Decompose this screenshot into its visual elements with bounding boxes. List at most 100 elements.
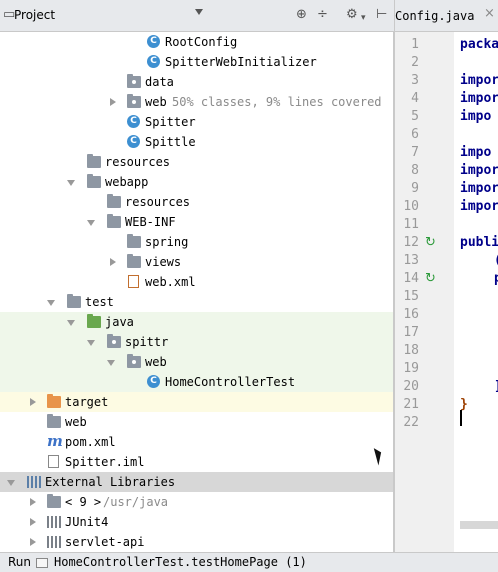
tree-row-spitter-iml[interactable]: Spitter.iml: [0, 452, 394, 472]
library-icon: [47, 516, 61, 528]
tree-row-spittr[interactable]: spittr: [0, 332, 394, 352]
chevron-right-icon[interactable]: [30, 498, 36, 506]
libraries-icon: [27, 476, 41, 488]
gear-dropdown-icon[interactable]: ▾: [361, 10, 366, 26]
code-line: p: [494, 271, 498, 286]
run-config-icon: [36, 558, 48, 568]
tree-row-java[interactable]: java: [0, 312, 394, 332]
chevron-right-icon[interactable]: [110, 258, 116, 266]
chevron-down-icon[interactable]: [87, 340, 95, 346]
tree-item-label: java: [105, 315, 134, 329]
run-gutter-icon[interactable]: ↻: [425, 236, 439, 250]
tree-row-pom-xml[interactable]: m pom.xml: [0, 432, 394, 452]
chevron-down-icon[interactable]: [47, 300, 55, 306]
class-icon: C: [147, 35, 160, 48]
folder-icon: [107, 214, 121, 228]
code-line: (: [494, 252, 498, 270]
xml-file-icon: [128, 275, 139, 288]
code-line: impor: [460, 163, 498, 178]
line-number: 8: [411, 163, 419, 178]
iml-file-icon: [48, 455, 59, 468]
folder-icon: [127, 254, 141, 268]
code-area[interactable]: packa impor impor impo impo impor impor impor pu…: [454, 32, 498, 552]
package-icon: [127, 354, 141, 368]
test-class-icon: C: [147, 375, 160, 388]
tree-row-web[interactable]: web 50% classes, 9% lines covered: [0, 92, 394, 112]
chevron-right-icon[interactable]: [30, 518, 36, 526]
package-icon: [107, 334, 121, 348]
chevron-down-icon[interactable]: [87, 220, 95, 226]
code-line: impo: [460, 109, 492, 124]
class-icon: C: [127, 135, 140, 148]
gear-icon[interactable]: ⚙: [346, 7, 358, 23]
run-config-text[interactable]: HomeControllerTest.testHomePage (1): [54, 553, 307, 572]
tree-item-label: data: [145, 75, 174, 89]
test-folder-icon: [87, 314, 101, 328]
ide-window: ▭ Project ⊕ ÷ ⚙ ▾ ⊢ Config.java × C Root…: [0, 0, 498, 572]
tree-row-data[interactable]: data: [0, 72, 394, 92]
tree-item-label: web: [65, 415, 87, 429]
chevron-down-icon[interactable]: [67, 180, 75, 186]
line-number: 21: [403, 397, 419, 412]
tree-row-views[interactable]: views: [0, 252, 394, 272]
hide-icon[interactable]: ⊢: [376, 7, 387, 23]
tree-row-homecontrollertest[interactable]: C HomeControllerTest: [0, 372, 394, 392]
tree-item-label: views: [145, 255, 182, 269]
line-number: 17: [403, 325, 419, 340]
tree-row-servlet-api[interactable]: servlet-api: [0, 532, 394, 552]
collapse-all-icon[interactable]: ÷: [317, 7, 328, 23]
tree-item-label: target: [65, 395, 109, 409]
tree-row-spitter[interactable]: C Spitter: [0, 112, 394, 132]
editor-tab[interactable]: Config.java: [395, 9, 474, 23]
line-number: 3: [411, 73, 419, 88]
tree-row-junit4[interactable]: JUnit4: [0, 512, 394, 532]
tree-row-external-libraries[interactable]: External Libraries: [0, 472, 394, 492]
tree-row-spring[interactable]: spring: [0, 232, 394, 252]
chevron-down-icon[interactable]: [67, 320, 75, 326]
tree-item-label: resources: [125, 195, 191, 209]
horizontal-scrollbar[interactable]: [460, 521, 498, 529]
tree-row-resources[interactable]: resources: [0, 152, 394, 172]
tree-row-jdk[interactable]: < 9 > /usr/java: [0, 492, 394, 512]
tree-row-webapp[interactable]: webapp: [0, 172, 394, 192]
chevron-right-icon[interactable]: [30, 538, 36, 546]
chevron-right-icon[interactable]: [30, 398, 36, 406]
tree-row-test[interactable]: test: [0, 292, 394, 312]
tree-row-test-web[interactable]: web: [0, 352, 394, 372]
chevron-down-icon[interactable]: [195, 9, 203, 15]
tree-item-label: WEB-INF: [125, 215, 176, 229]
tree-row-webapp-resources[interactable]: resources: [0, 192, 394, 212]
library-icon: [47, 536, 61, 548]
folder-icon: [87, 174, 101, 188]
folder-icon: [127, 234, 141, 248]
text-caret: [460, 410, 462, 426]
chevron-right-icon[interactable]: [110, 98, 116, 106]
chevron-down-icon[interactable]: [7, 480, 15, 486]
tree-row-spittle[interactable]: C Spittle: [0, 132, 394, 152]
run-gutter-icon[interactable]: ↻: [425, 272, 439, 286]
tree-row-target[interactable]: target: [0, 392, 394, 412]
tree-row-rootconfig[interactable]: C RootConfig: [0, 32, 394, 52]
line-number: 22: [403, 415, 419, 430]
tree-row-web-inf[interactable]: WEB-INF: [0, 212, 394, 232]
tree-row-web-xml[interactable]: web.xml: [0, 272, 394, 292]
tree-item-label: spring: [145, 235, 189, 249]
code-line: impo: [460, 145, 492, 160]
line-number: 16: [403, 307, 419, 322]
tree-item-label: pom.xml: [65, 435, 116, 449]
tree-row-root-web[interactable]: web: [0, 412, 394, 432]
chevron-down-icon[interactable]: [107, 360, 115, 366]
maven-icon: m: [47, 432, 63, 450]
tree-item-label: SpitterWebInitializer: [165, 55, 317, 69]
tree-row-spitterwebinitializer[interactable]: C SpitterWebInitializer: [0, 52, 394, 72]
line-number: 14: [403, 271, 419, 286]
folder-icon: [47, 414, 61, 428]
line-number: 7: [411, 145, 419, 160]
target-icon[interactable]: ⊕: [296, 7, 307, 23]
close-icon[interactable]: ×: [484, 6, 495, 21]
package-icon: [127, 74, 141, 88]
project-panel-title[interactable]: Project: [14, 8, 55, 22]
run-tab-label[interactable]: Run: [8, 553, 31, 572]
line-number: 4: [411, 91, 419, 106]
tree-item-label: resources: [105, 155, 171, 169]
